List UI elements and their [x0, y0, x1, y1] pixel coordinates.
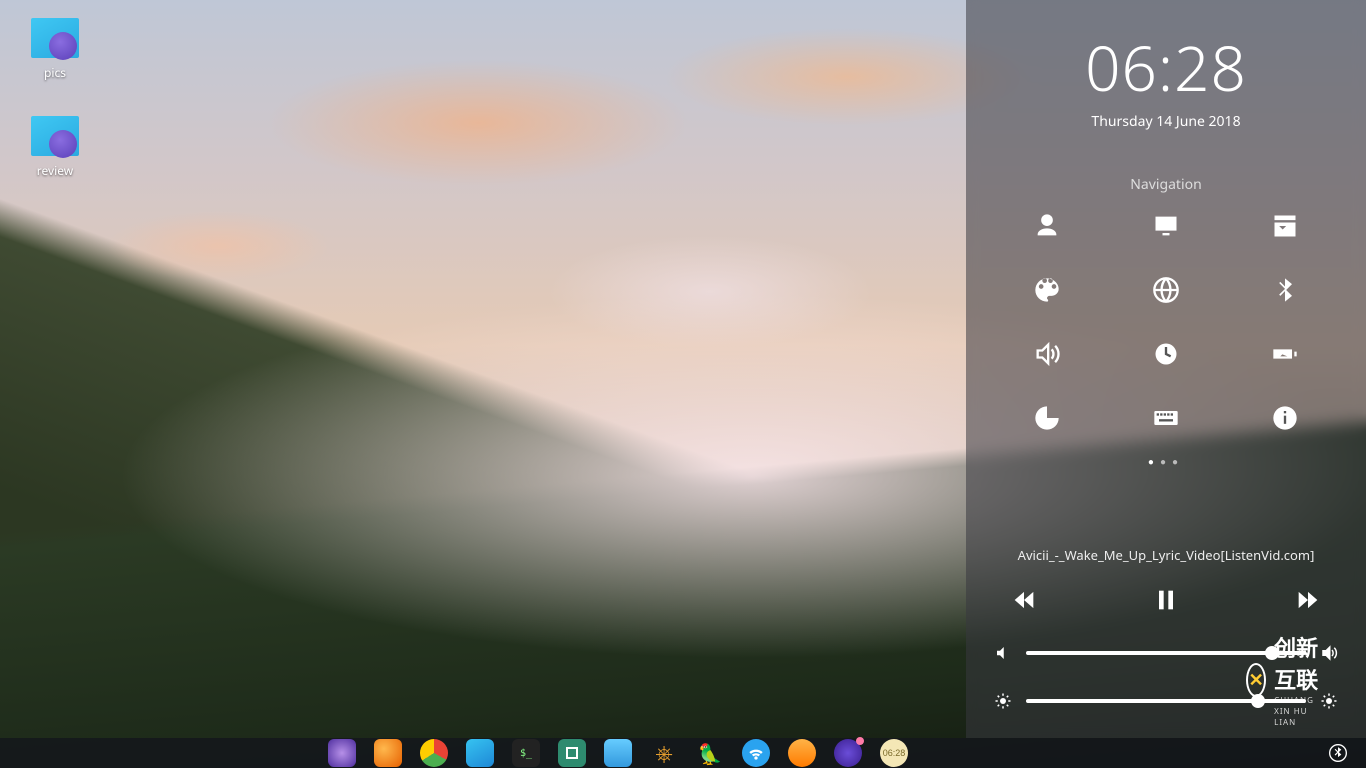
taskbar-firefox-icon[interactable]: [374, 739, 402, 767]
tray-bluetooth-icon[interactable]: [1328, 743, 1348, 763]
nav-application-icon[interactable]: [1271, 212, 1299, 240]
nav-info-icon[interactable]: [1271, 404, 1299, 432]
volume-mute-icon[interactable]: [994, 644, 1012, 662]
taskbar-file-manager-icon[interactable]: [466, 739, 494, 767]
desktop-icon-label: review: [16, 162, 94, 179]
taskbar-wifi-icon[interactable]: [742, 739, 770, 767]
desktop-folder-pics[interactable]: pics: [16, 18, 94, 81]
media-controls: [1010, 586, 1322, 614]
taskbar-tiling-icon[interactable]: [558, 739, 586, 767]
taskbar-helm-icon[interactable]: ⎈: [650, 739, 678, 767]
taskbar-image-viewer-icon[interactable]: [604, 739, 632, 767]
brand-text-en: CHUANG XIN HU LIAN: [1274, 695, 1328, 728]
desktop-icon-label: pics: [16, 64, 94, 81]
taskbar-app-launcher[interactable]: [328, 739, 356, 767]
nav-display-icon[interactable]: [1152, 212, 1180, 240]
taskbar: $_ ⎈ 🦜 06:28: [0, 738, 1366, 768]
panel-date: Thursday 14 June 2018: [988, 112, 1344, 131]
taskbar-clock-widget[interactable]: 06:28: [880, 739, 908, 767]
taskbar-chrome-icon[interactable]: [420, 739, 448, 767]
side-panel: 06:28 Thursday 14 June 2018 Navigation ●…: [966, 0, 1366, 738]
brand-text-cn: 创新互联: [1274, 633, 1318, 695]
media-pause-button[interactable]: [1152, 586, 1180, 614]
taskbar-terminal-icon[interactable]: $_: [512, 739, 540, 767]
nav-clock-icon[interactable]: [1152, 340, 1180, 368]
system-tray: ✕ 创新互联 CHUANG XIN HU LIAN: [1328, 738, 1348, 768]
nav-appearance-icon[interactable]: [1033, 276, 1061, 304]
panel-clock: 06:28: [988, 26, 1344, 110]
brand-watermark: ✕ 创新互联 CHUANG XIN HU LIAN: [1246, 631, 1328, 728]
navigation-pager[interactable]: ●●●: [988, 454, 1344, 468]
folder-icon: [31, 116, 79, 156]
nav-battery-icon[interactable]: [1271, 340, 1299, 368]
brand-logo-icon: ✕: [1246, 663, 1266, 697]
navigation-heading: Navigation: [988, 175, 1344, 194]
taskbar-bird-icon[interactable]: 🦜: [696, 739, 724, 767]
nav-user-icon[interactable]: [1033, 212, 1061, 240]
folder-icon: [31, 18, 79, 58]
media-track-title: Avicii_-_Wake_Me_Up_Lyric_Video[ListenVi…: [988, 546, 1344, 564]
nav-network-icon[interactable]: [1152, 276, 1180, 304]
navigation-grid: [988, 212, 1344, 432]
brightness-low-icon[interactable]: [994, 692, 1012, 710]
media-next-button[interactable]: [1294, 586, 1322, 614]
taskbar-disc-icon[interactable]: [834, 739, 862, 767]
taskbar-orange-icon[interactable]: [788, 739, 816, 767]
nav-storage-icon[interactable]: [1033, 404, 1061, 432]
desktop-folder-review[interactable]: review: [16, 116, 94, 179]
nav-keyboard-icon[interactable]: [1152, 404, 1180, 432]
nav-bluetooth-icon[interactable]: [1271, 276, 1299, 304]
media-previous-button[interactable]: [1010, 586, 1038, 614]
nav-volume-icon[interactable]: [1033, 340, 1061, 368]
